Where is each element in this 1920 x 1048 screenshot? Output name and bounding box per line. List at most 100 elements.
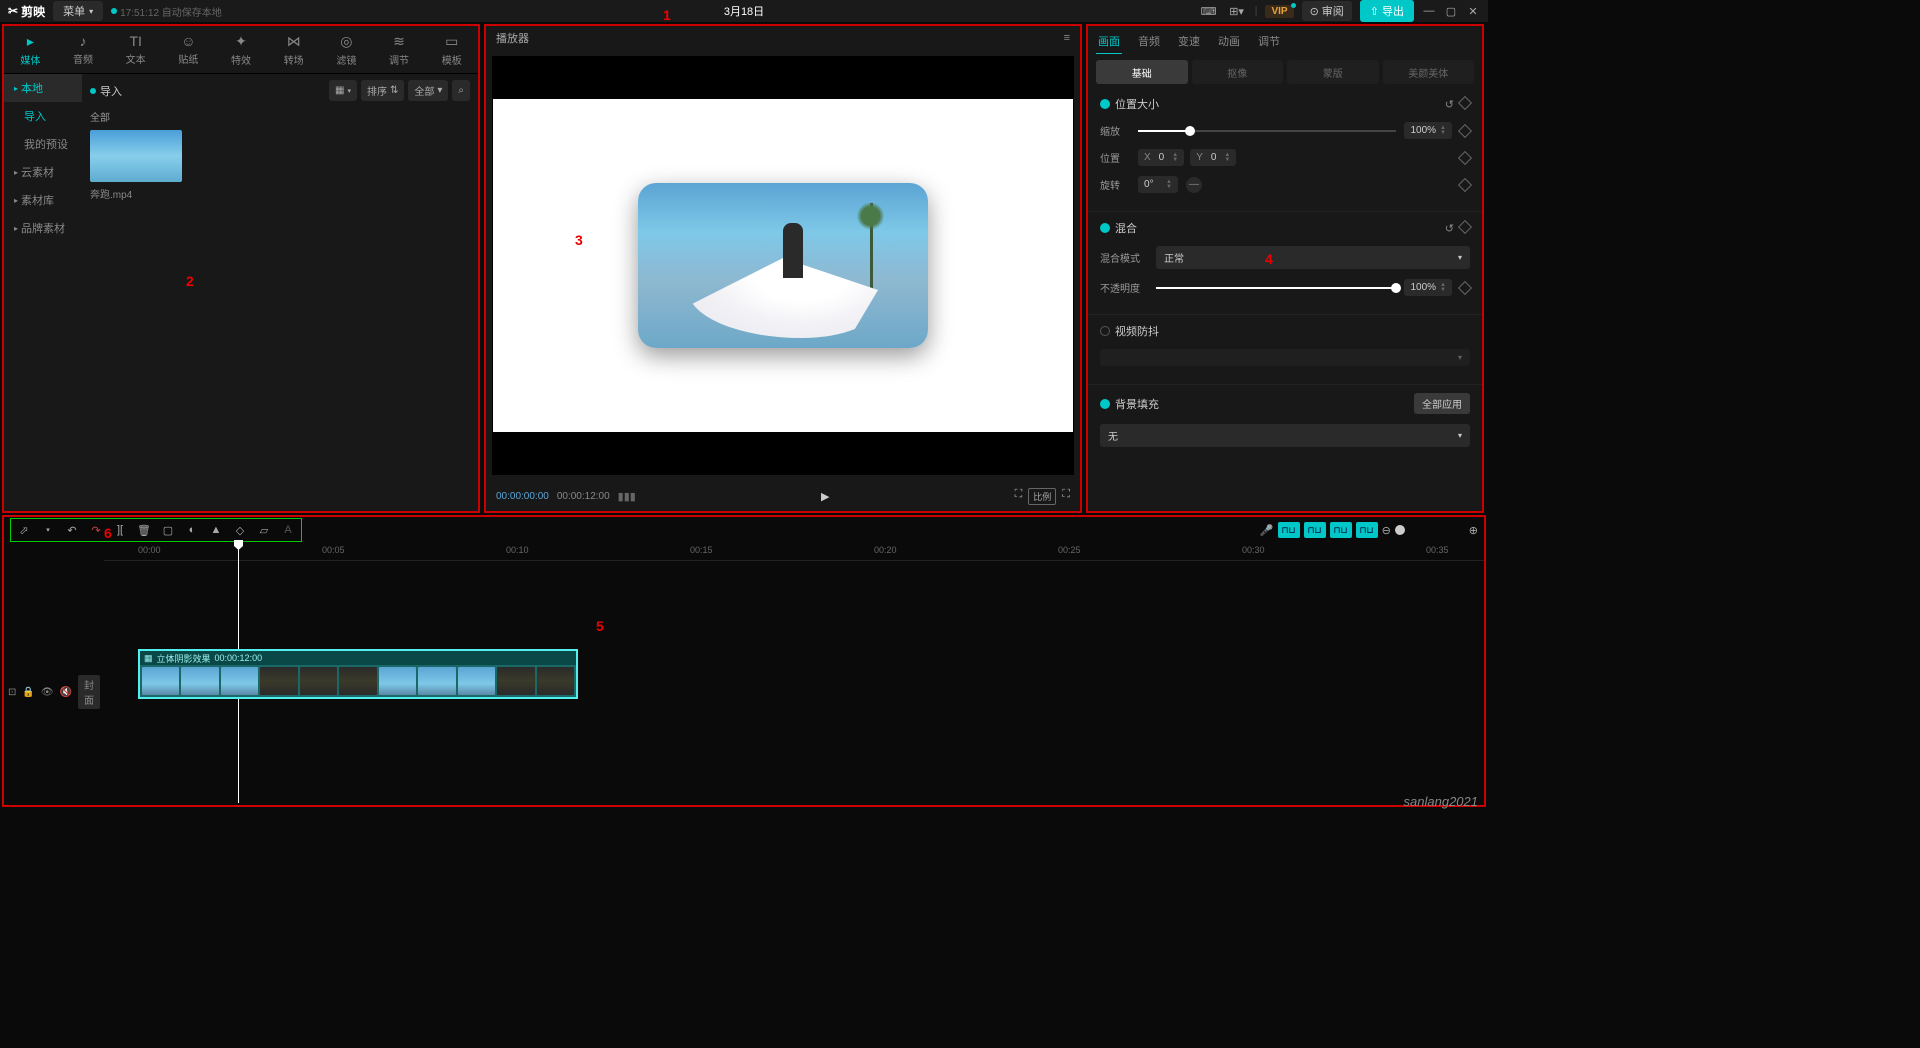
export-button[interactable]: ⇧导出 [1360,0,1414,22]
tab-animation[interactable]: 动画 [1216,29,1242,53]
check-icon[interactable] [1100,99,1110,109]
maximize-icon[interactable]: ▢ [1444,4,1458,18]
select-dropdown[interactable]: ▾ [37,521,59,539]
sub-tabs: 基础 抠像 蒙版 美颜美体 [1096,60,1474,84]
tab-audio-prop[interactable]: 音频 [1136,29,1162,53]
cover-button[interactable]: 封面 [78,675,100,709]
scale-value[interactable]: 100%▲▼ [1404,122,1452,139]
eye-icon[interactable]: 👁 [41,687,54,698]
tab-transition[interactable]: ⋈转场 [267,26,320,73]
select-tool[interactable]: ⬀ [13,521,35,539]
volume-bars-icon[interactable]: ▮▮▮ [618,490,636,503]
sidebar-item-preset[interactable]: 我的预设 [4,130,82,158]
blend-mode-select[interactable]: 正常▾ [1156,246,1470,269]
lock-icon[interactable]: 🔒 [22,687,34,698]
search-icon[interactable]: ⌕ [452,80,470,101]
fullscreen-icon[interactable]: ⛶ [1062,488,1070,505]
zoom-slider-thumb[interactable] [1395,525,1405,535]
track-area[interactable]: ▦立体阴影效果00:00:12:00 [104,561,1484,805]
player-menu-icon[interactable]: ≡ [1064,32,1070,44]
tab-sticker[interactable]: ☺贴纸 [162,26,215,73]
zoom-fit-icon[interactable]: ⊕ [1469,524,1478,537]
tab-adjust-prop[interactable]: 调节 [1256,29,1282,53]
magnet-snap-icon[interactable]: ⊓⊔ [1356,522,1378,538]
sidebar-item-import[interactable]: 导入 [4,102,82,130]
auto-icon[interactable]: ⊡ [8,687,16,698]
keyframe-icon[interactable] [1458,150,1472,164]
undo-button[interactable]: ↶ [61,521,83,539]
review-button[interactable]: ⊙审阅 [1302,1,1352,21]
caption-tool[interactable]: A [277,521,299,539]
tool-group: ⬀ ▾ ↶ ↷ ][ 🗑 ▢ ◐ ▲ ◇ ▱ A [10,518,302,542]
video-clip[interactable]: ▦立体阴影效果00:00:12:00 [138,649,578,699]
player-viewport[interactable] [492,56,1074,475]
opacity-slider[interactable] [1156,287,1396,289]
mute-icon[interactable]: 🔇 [60,687,72,698]
import-button[interactable]: 导入 [90,83,122,99]
ratio-button[interactable]: 比例 [1028,488,1056,505]
sidebar-item-cloud[interactable]: ▸云素材 [4,158,82,186]
split-tool[interactable]: ][ [109,521,131,539]
subtab-basic[interactable]: 基础 [1096,60,1188,84]
magnet-link-icon[interactable]: ⊓⊔ [1304,522,1326,538]
tab-audio[interactable]: ♪音频 [57,26,110,73]
check-icon[interactable] [1100,223,1110,233]
crop-tool[interactable]: ▱ [253,521,275,539]
check-off-icon[interactable] [1100,326,1110,336]
pos-y-input[interactable]: Y0▲▼ [1190,149,1236,166]
apply-all-button[interactable]: 全部应用 [1414,393,1470,414]
zoom-out-icon[interactable]: ⊖ [1382,524,1391,537]
keyframe-icon[interactable] [1458,177,1472,191]
check-icon[interactable] [1100,399,1110,409]
crop-viewport-icon[interactable]: ⛶ [1015,488,1023,505]
play-button[interactable]: ▶ [821,490,829,503]
bg-fill-select[interactable]: 无▾ [1100,424,1470,447]
keyframe-icon[interactable] [1458,219,1472,233]
layout-icon[interactable]: ⊞▾ [1227,3,1247,19]
rotate-tool[interactable]: ◇ [229,521,251,539]
opacity-value[interactable]: 100%▲▼ [1404,279,1452,296]
tab-media[interactable]: ▸媒体 [4,26,57,73]
redo-button[interactable]: ↷ [85,521,107,539]
sidebar-item-library[interactable]: ▸素材库 [4,186,82,214]
tab-template[interactable]: ▭模板 [425,26,478,73]
pos-x-input[interactable]: X0▲▼ [1138,149,1184,166]
frame-tool[interactable]: ▢ [157,521,179,539]
vip-badge[interactable]: VIP [1265,5,1293,18]
keyframe-icon[interactable] [1458,280,1472,294]
tab-picture[interactable]: 画面 [1096,29,1122,54]
mirror-tool[interactable]: ▲ [205,521,227,539]
filter-all-button[interactable]: 全部 ▾ [408,80,448,101]
keyframe-icon[interactable] [1458,123,1472,137]
sidebar-item-brand[interactable]: ▸品牌素材 [4,214,82,242]
scale-slider[interactable] [1138,130,1396,132]
tab-text[interactable]: TI文本 [109,26,162,73]
subtab-mask[interactable]: 蒙版 [1287,60,1379,84]
magnet-main-icon[interactable]: ⊓⊔ [1278,522,1300,538]
reset-icon[interactable]: ↺ [1445,222,1454,235]
tab-adjust[interactable]: ≋调节 [373,26,426,73]
minimize-icon[interactable]: — [1422,4,1436,18]
tab-filter[interactable]: ◎滤镜 [320,26,373,73]
mic-icon[interactable]: 🎤 [1260,524,1274,537]
sort-button[interactable]: 排序 ⇅ [361,80,404,101]
media-item[interactable]: 奔跑.mp4 [90,130,470,201]
magnet-preview-icon[interactable]: ⊓⊔ [1330,522,1352,538]
sidebar-item-local[interactable]: ▸本地 [4,74,82,102]
timeline-ruler[interactable]: 00:00 00:05 00:10 00:15 00:20 00:25 00:3… [104,543,1484,561]
delete-tool[interactable]: 🗑 [133,521,155,539]
reset-icon[interactable]: ↺ [1445,98,1454,111]
subtab-beauty[interactable]: 美颜美体 [1383,60,1475,84]
rotation-dial[interactable]: — [1186,177,1202,193]
subtab-cutout[interactable]: 抠像 [1192,60,1284,84]
reverse-tool[interactable]: ◐ [181,521,203,539]
keyframe-icon[interactable] [1458,95,1472,109]
close-icon[interactable]: ✕ [1466,4,1480,18]
view-mode-button[interactable]: ▦▾ [329,80,357,101]
tab-effect[interactable]: ✦特效 [215,26,268,73]
rotation-value[interactable]: 0°▲▼ [1138,176,1178,193]
keyboard-icon[interactable]: ⌨ [1199,3,1219,19]
section-position-size: 位置大小↺ 缩放 100%▲▼ 位置 X0▲▼ Y0▲▼ 旋转 0°▲▼ — [1088,88,1482,211]
tab-speed[interactable]: 变速 [1176,29,1202,53]
menu-button[interactable]: 菜单▾ [53,1,103,21]
